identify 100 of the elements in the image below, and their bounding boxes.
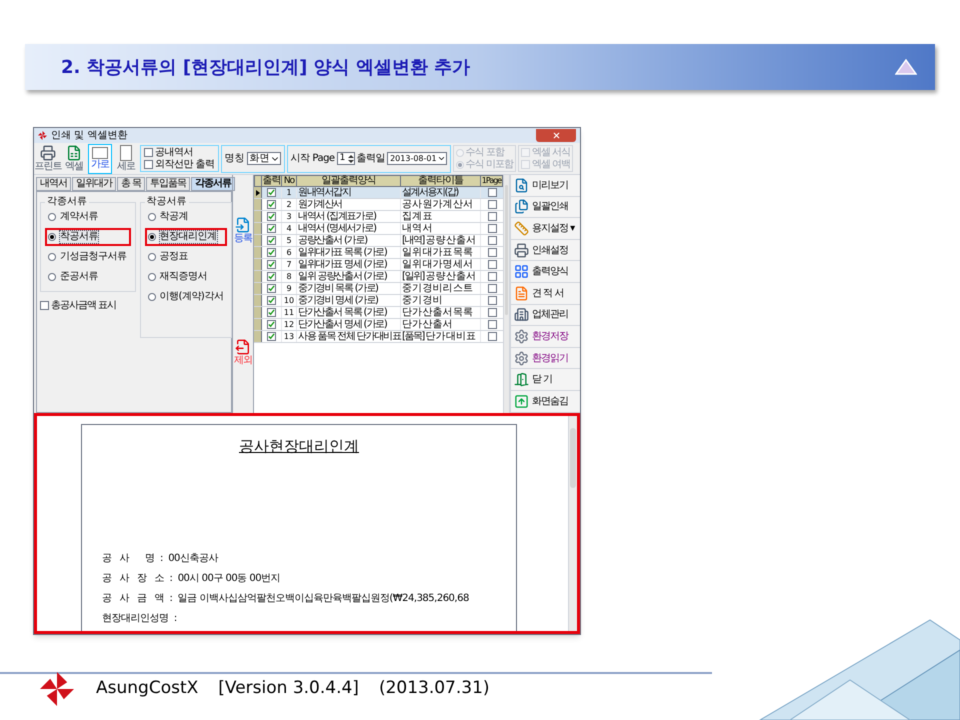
checkbox[interactable] (267, 296, 276, 305)
add-button[interactable]: 등록 (234, 217, 252, 244)
checkbox[interactable] (267, 272, 276, 281)
toolbar-button[interactable]: 세로 (114, 144, 138, 174)
checkbox[interactable] (488, 260, 496, 269)
table-row[interactable]: 11 단가산출서 목록 (가로) 단 가 산 출 서 목 록 (254, 307, 503, 319)
radio-button[interactable] (148, 233, 156, 241)
checkbox[interactable] (267, 332, 276, 341)
table-cell: 8 (282, 271, 297, 282)
checkbox[interactable] (488, 296, 496, 305)
radio-button[interactable] (48, 213, 56, 221)
table-cell: 4 (282, 223, 297, 234)
checkbox[interactable] (144, 148, 153, 157)
toolbar-button[interactable]: 가로 (88, 144, 112, 174)
toolbar-button[interactable]: 엑셀 (62, 144, 86, 174)
scrollbar[interactable] (568, 416, 577, 631)
side-button[interactable]: 환경저장 (511, 326, 580, 348)
date-dropdown[interactable]: 2013-08-01 (387, 152, 447, 165)
checkbox[interactable] (488, 308, 496, 317)
table-row[interactable]: 5 공량산출서 (가로) [내역] 공 량 산 출 서 (254, 235, 503, 247)
radio-option[interactable]: 착공서류 (45, 228, 130, 246)
field-label: 출력일 (356, 152, 386, 166)
checkbox[interactable] (144, 160, 153, 169)
radio-button[interactable] (48, 253, 56, 261)
radio-button[interactable] (48, 273, 56, 281)
checkbox[interactable] (267, 260, 276, 269)
side-button[interactable]: 출력양식 (511, 261, 580, 283)
tab[interactable]: 각종서류 (191, 177, 236, 191)
table-row[interactable]: 1 원내역서갑지 설계서용지(갑) (254, 187, 503, 199)
option-label: 공내역서 (155, 147, 193, 158)
side-button[interactable]: 일괄인쇄 (511, 196, 580, 218)
side-button[interactable]: 닫 기 (511, 369, 580, 391)
table-row[interactable]: 9 중기경비 목록 (가로) 중 기 경 비 리 스 트 (254, 283, 503, 295)
printer-icon (40, 145, 56, 161)
checkbox[interactable] (267, 224, 276, 233)
checkbox[interactable] (488, 332, 496, 341)
radio-button[interactable] (48, 233, 56, 241)
scrollbar[interactable] (503, 175, 509, 413)
side-button[interactable]: 화면숨김 (511, 390, 580, 413)
page-spinner[interactable]: 1 (336, 152, 355, 165)
radio-option[interactable]: 재직증명서 (144, 268, 228, 286)
checkbox[interactable] (488, 212, 496, 221)
side-button[interactable]: 환경읽기 (511, 348, 580, 370)
checkbox[interactable] (488, 272, 496, 281)
name-dropdown[interactable]: 화면 (246, 152, 281, 165)
checkbox[interactable] (488, 320, 496, 329)
radio-option[interactable]: 현장대리인계 (144, 228, 228, 246)
checkbox[interactable] (488, 284, 496, 293)
radio-option[interactable]: 준공서류 (45, 268, 130, 286)
table-row[interactable]: 4 내역서 (명세서가로) 내 역 서 (254, 223, 503, 235)
table-row[interactable]: 10 중기경비 명세 (가로) 중 기 경 비 (254, 295, 503, 307)
table-row[interactable]: 13 사용 품목 전체 단가대비표[품목] 단 가 대 비 표 (254, 331, 503, 343)
checkbox[interactable] (267, 308, 276, 317)
side-button[interactable]: 인쇄설정 (511, 240, 580, 262)
checkbox[interactable] (488, 248, 496, 257)
radio-option[interactable]: 공정표 (144, 248, 228, 266)
option-label: 이행(계약)각서 (158, 290, 224, 304)
side-button[interactable]: 업체관리 (511, 304, 580, 326)
checkbox[interactable] (267, 236, 276, 245)
checkbox[interactable] (488, 200, 496, 209)
checkbox[interactable] (488, 188, 496, 197)
toolbar-button[interactable]: 프린트 (36, 144, 60, 174)
radio-option[interactable]: 착공계 (144, 208, 228, 226)
checkbox[interactable] (267, 248, 276, 257)
table-cell: 일위대가표 목록 (가로) (297, 247, 401, 258)
checkbox[interactable] (267, 200, 276, 209)
table-row[interactable]: 12 단가산출서 명세 (가로) 단 가 산 출 서 (254, 319, 503, 331)
checkbox[interactable] (267, 212, 276, 221)
tab[interactable]: 투입품목 (146, 177, 190, 191)
side-button[interactable]: 용지설정 ▾ (511, 218, 580, 240)
radio-button[interactable] (148, 273, 156, 281)
table-cell: 1 (282, 187, 297, 198)
table-row[interactable]: 7 일위대가표 명세 (가로) 일 위 대 가 명 세 서 (254, 259, 503, 271)
checkbox[interactable] (267, 320, 276, 329)
checkbox[interactable] (267, 188, 276, 197)
close-button[interactable] (536, 129, 576, 142)
table-cell: 공량산출서 (가로) (297, 235, 401, 246)
tab[interactable]: 일위대가 (72, 177, 116, 191)
table-row[interactable]: 2 원가계산서 공 사 원 가 계 산 서 (254, 199, 503, 211)
radio-option[interactable]: 계약서류 (45, 208, 130, 226)
checkbox[interactable] (267, 284, 276, 293)
radio-button[interactable] (148, 293, 156, 301)
table-cell: 6 (282, 247, 297, 258)
checkbox[interactable] (488, 224, 496, 233)
radio-option[interactable]: 기성금청구서류 (45, 248, 130, 266)
radio-button[interactable] (148, 213, 156, 221)
table-row[interactable]: 3 내역서 (집계표가로) 집 계 표 (254, 211, 503, 223)
tab[interactable]: 총 목 (117, 177, 146, 191)
ruler-icon (514, 220, 529, 236)
radio-button[interactable] (148, 253, 156, 261)
table-row[interactable]: 8 일위 공량산출서 (가로) [일위] 공 량 산 출 서 (254, 271, 503, 283)
radio-option[interactable]: 이행(계약)각서 (144, 288, 228, 306)
checkbox[interactable] (40, 301, 49, 310)
document-line: 공 사 명 : 00신축공사 (102, 553, 220, 565)
table-cell: 12 (282, 319, 297, 330)
side-button[interactable]: 견 적 서 (511, 282, 580, 305)
checkbox[interactable] (488, 236, 496, 245)
side-button[interactable]: 미리보기 (511, 175, 580, 197)
table-row[interactable]: 6 일위대가표 목록 (가로) 일 위 대 가 표 목 록 (254, 247, 503, 259)
tab[interactable]: 내역서 (36, 177, 71, 191)
